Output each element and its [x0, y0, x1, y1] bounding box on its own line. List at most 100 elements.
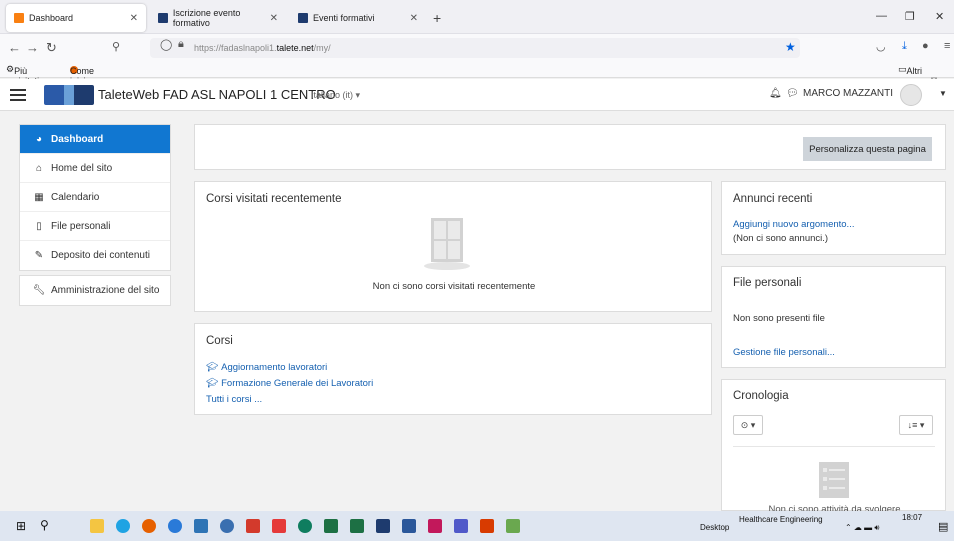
tab-eventi[interactable]: Eventi formativi ✕ [290, 4, 426, 32]
word-icon[interactable] [402, 519, 416, 533]
bookmark-star-icon[interactable]: ★ [785, 40, 796, 54]
page-header-card: Personalizza questa pagina [194, 124, 946, 170]
avatar[interactable] [900, 84, 922, 106]
shield-icon[interactable]: ◯ [160, 38, 172, 51]
news-empty: (Non ci sono annunci.) [733, 233, 829, 244]
file-explorer-icon[interactable] [90, 519, 104, 533]
notification-label[interactable]: Healthcare Engineering [739, 515, 823, 524]
timeline-sort-dropdown[interactable]: ↓≡ ▾ [899, 415, 933, 435]
sidebar-item-calendar[interactable]: ▦ Calendario [20, 183, 170, 212]
card-title: Corsi [206, 335, 233, 347]
bookmark-most-visited[interactable]: ⚙︎ Più visitati [6, 64, 39, 86]
calendar-icon: ▦ [34, 191, 44, 203]
course-link-2[interactable]: 🎓︎ Formazione Generale dei Lavoratori [206, 377, 373, 389]
dashboard-icon: ◕ [35, 133, 43, 145]
sidebar-item-site-admin[interactable]: 🔧︎ Amministrazione del sito [20, 276, 170, 305]
all-courses-link[interactable]: Tutti i corsi ... [206, 394, 262, 405]
recent-courses-card: Corsi visitati recentemente Non ci sono … [194, 181, 712, 312]
search-icon[interactable]: ⚲ [40, 518, 49, 532]
home-icon: ⌂ [35, 162, 43, 174]
moodle-favicon-icon [298, 13, 308, 23]
tab-dashboard[interactable]: Dashboard ✕ [6, 4, 146, 32]
pocket-icon[interactable]: ◡ [876, 40, 886, 53]
notifications-icon[interactable]: ▤ [938, 520, 948, 533]
app-icon[interactable] [220, 519, 234, 533]
excel-icon[interactable] [324, 519, 338, 533]
restore-icon[interactable]: ❐ [905, 10, 915, 23]
minimize-icon[interactable]: — [876, 10, 887, 22]
site-name[interactable]: TaleteWeb FAD ASL NAPOLI 1 CENTRO [98, 87, 336, 102]
browser-nav-bar: ← → ↻ ⚲ https://fadaslnapoli1. talete.net… [0, 34, 954, 62]
app-icon[interactable] [480, 519, 494, 533]
moodle-icon[interactable] [376, 519, 390, 533]
firefox-icon[interactable] [142, 519, 156, 533]
card-title: Cronologia [733, 390, 789, 402]
divider [733, 446, 935, 447]
manage-files-link[interactable]: Gestione file personali... [733, 347, 835, 358]
sidebar-item-files[interactable]: ▯ File personali [20, 212, 170, 241]
empty-message: Non ci sono corsi visitati recentemente [372, 281, 536, 292]
account-icon[interactable]: ● [922, 40, 929, 52]
tray-icons[interactable]: ⌃ ☁ ▬ 🔊︎ [845, 523, 879, 533]
windows-start-icon[interactable]: ⊞ [16, 519, 26, 533]
sidebar-item-content-bank[interactable]: ✎ Deposito dei contenuti [20, 241, 170, 270]
acrobat-icon[interactable] [246, 519, 260, 533]
language-selector[interactable]: Italiano (it) ▾ [311, 90, 360, 101]
desktop-label[interactable]: Desktop [700, 523, 729, 532]
timeline-filter-dropdown[interactable]: ⊙ ▾ [733, 415, 763, 435]
back-icon[interactable]: ← [8, 40, 21, 55]
card-title: Annunci recenti [733, 193, 813, 205]
app-icon[interactable] [428, 519, 442, 533]
add-topic-link[interactable]: Aggiungi nuovo argomento... [733, 219, 854, 230]
download-icon[interactable]: ⤓ [902, 40, 907, 53]
tab-iscrizione[interactable]: Iscrizione evento formativo ✕ [150, 4, 286, 32]
other-bookmarks[interactable]: ▭ Altri segnalib [898, 64, 940, 86]
wrench-icon: 🔧︎ [32, 285, 46, 296]
activities-placeholder-icon [819, 462, 849, 498]
close-icon[interactable]: ✕ [130, 13, 138, 24]
reload-icon[interactable]: ↻ [46, 40, 57, 56]
graduation-cap-icon: 🎓︎ [206, 362, 219, 373]
moodle-favicon-icon [14, 13, 24, 23]
files-empty: Non sono presenti file [733, 313, 825, 324]
sidebar-item-dashboard[interactable]: ◕ Dashboard [20, 125, 170, 154]
bookmarks-bar: ⚙︎ Più visitati Come iniziare ▭ Altri se… [0, 62, 954, 86]
excel-icon[interactable] [350, 519, 364, 533]
clock[interactable]: 18:07 [902, 513, 922, 522]
app-icon[interactable] [298, 519, 312, 533]
menu-icon[interactable]: ≡ [944, 40, 950, 52]
customize-page-button[interactable]: Personalizza questa pagina [803, 137, 932, 161]
hamburger-menu-icon[interactable] [10, 86, 26, 102]
close-window-icon[interactable]: ✕ [935, 10, 944, 23]
file-icon: ▯ [36, 220, 42, 232]
bell-icon[interactable]: 🔔︎ [769, 88, 782, 99]
page-action-icon[interactable]: ⚲ [112, 40, 120, 53]
new-tab-icon[interactable]: + [433, 10, 441, 26]
outlook-icon[interactable] [194, 519, 208, 533]
app-icon[interactable] [506, 519, 520, 533]
graduation-cap-icon: 🎓︎ [206, 378, 219, 389]
user-name[interactable]: MARCO MAZZANTI [803, 88, 893, 99]
side-nav-main: ◕ Dashboard ⌂ Home del sito ▦ Calendario… [19, 124, 171, 271]
tab-label: Eventi formativi [313, 13, 375, 23]
lock-icon[interactable]: 🔒︎ [178, 38, 184, 51]
taskbar: ⊞ ⚲ Desktop Healthcare Engineering ⌃ ☁ ▬… [0, 511, 954, 541]
edge-icon[interactable] [116, 519, 130, 533]
asl-logo[interactable] [44, 85, 94, 105]
sidebar-item-home[interactable]: ⌂ Home del sito [20, 154, 170, 183]
teams-icon[interactable] [454, 519, 468, 533]
forward-icon[interactable]: → [26, 40, 39, 55]
url-path: /my/ [313, 43, 331, 53]
chevron-down-icon[interactable]: ▼ [939, 89, 947, 98]
card-title: File personali [733, 277, 802, 289]
url-bar[interactable]: https://fadaslnapoli1. talete.net/my/ [150, 38, 800, 58]
brush-icon: ✎ [34, 250, 44, 261]
close-icon[interactable]: ✕ [410, 13, 418, 24]
browser-tab-bar: Dashboard ✕ Iscrizione evento formativo … [0, 0, 954, 34]
chrome-icon[interactable] [168, 519, 182, 533]
app-icon[interactable] [272, 519, 286, 533]
close-icon[interactable]: ✕ [270, 13, 278, 24]
course-link-1[interactable]: 🎓︎ Aggiornamento lavoratori [206, 361, 327, 373]
chat-icon[interactable]: 💬︎ [786, 88, 799, 99]
tab-label: Iscrizione evento formativo [172, 8, 241, 28]
